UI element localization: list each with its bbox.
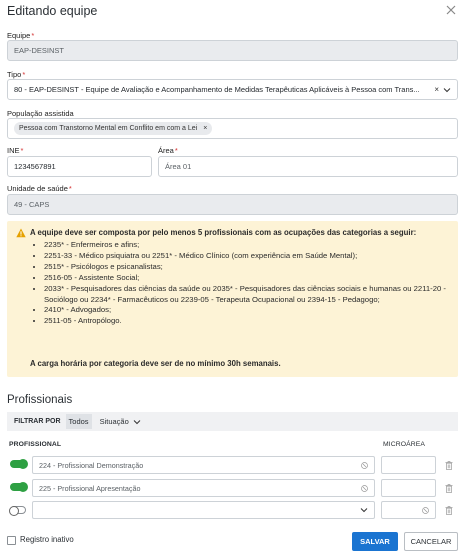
clear-circle-icon[interactable] [361,461,368,469]
populacao-chip: Pessoa com Transtorno Mental em Conflito… [14,122,213,135]
unidade-value: 49 - CAPS [14,200,50,209]
warning-item: 2515* - Psicólogos e psicanalistas; [44,262,450,273]
populacao-select[interactable]: Pessoa com Transtorno Mental em Conflito… [7,118,458,139]
close-icon[interactable] [445,4,457,16]
warning-item: 2410* - Advogados; [44,305,450,316]
unidade-label: Unidade de saúde* [7,184,72,193]
equipe-label: Equipe* [7,31,35,40]
registro-inativo-label: Registro inativo [20,535,74,544]
profissional-value: 224 - Profissional Demonstração [39,460,144,470]
filter-situacao-button[interactable]: Situação [100,417,141,426]
chip-label: Pessoa com Transtorno Mental em Conflito… [19,125,198,132]
filter-situacao-label: Situação [99,417,129,426]
warning-item: 2516-05 - Assistente Social; [44,273,450,284]
profissional-select[interactable] [32,501,375,519]
trash-icon[interactable] [445,484,453,493]
composition-warning: A equipe deve ser composta por pelo meno… [7,221,458,377]
profissional-value: 225 - Profissional Apresentação [39,483,141,493]
cancel-button[interactable]: CANCELAR [404,532,458,551]
filter-todos-button[interactable]: Todos [65,414,92,429]
toggle-knob [18,482,28,492]
populacao-label: População assistida [7,109,74,118]
equipe-value: EAP-DESINST [14,46,65,55]
toggle-knob [18,459,28,469]
profissional-select[interactable]: 225 - Profissional Apresentação [32,479,375,497]
tipo-select[interactable]: 80 - EAP-DESINST - Equipe de Avaliação e… [7,79,458,100]
area-field[interactable]: Área 01 [158,156,458,177]
save-button[interactable]: SALVAR [352,532,398,551]
toggle-knob [9,506,19,516]
microarea-field[interactable] [381,501,436,519]
ine-value: 1234567891 [14,162,56,171]
edit-team-modal: Editando equipe Equipe* EAP-DESINST Tipo… [0,0,465,554]
warning-item: 2033* - Pesquisadores das ciências da sa… [44,284,450,306]
row-active-toggle[interactable] [10,459,28,469]
warning-title: A equipe deve ser composta por pelo meno… [30,228,417,237]
filter-bar: FILTRAR POR Todos Situação [7,412,458,431]
microarea-field[interactable] [381,479,436,497]
tipo-label: Tipo* [7,70,26,79]
ine-label: INE* [7,146,24,155]
unidade-field: 49 - CAPS [7,194,458,215]
warning-item: 2235* - Enfermeiros e afins; [44,240,450,251]
row-active-toggle[interactable] [10,482,28,492]
row-active-toggle[interactable] [9,506,26,516]
profissional-select[interactable]: 224 - Profissional Demonstração [32,456,375,474]
equipe-field: EAP-DESINST [7,40,458,61]
trash-icon[interactable] [445,506,453,515]
clear-circle-icon[interactable] [361,484,368,492]
profissionais-title: Profissionais [7,394,73,406]
clear-circle-icon[interactable] [422,506,429,514]
warning-icon [16,228,26,238]
tipo-value: 80 - EAP-DESINST - Equipe de Avaliação e… [14,85,420,94]
warning-item: 2251-33 - Médico psiquiatra ou 2251* - M… [44,251,450,262]
warning-list: 2235* - Enfermeiros e afins; 2251-33 - M… [30,240,450,327]
area-label: Área* [158,146,178,155]
chevron-down-icon[interactable] [360,506,368,514]
chevron-down-icon [133,418,141,426]
warning-item: 2511-05 - Antropólogo. [44,316,450,327]
filter-label: FILTRAR POR [14,418,61,425]
trash-icon[interactable] [445,461,453,470]
chevron-down-icon[interactable] [443,86,451,94]
col-profissional-header: PROFISSIONAL [9,441,62,448]
registro-inativo-checkbox[interactable] [7,536,16,545]
microarea-field[interactable] [381,456,436,474]
clear-icon[interactable]: × [434,85,439,94]
ine-field[interactable]: 1234567891 [7,156,152,177]
modal-header: Editando equipe [0,0,465,26]
modal-title: Editando equipe [7,4,98,18]
chip-remove-icon[interactable]: × [203,125,207,132]
warning-footer: A carga horária por categoria deve ser d… [30,359,281,368]
col-microarea-header: MICROÁREA [383,441,426,448]
area-value: Área 01 [165,162,192,171]
